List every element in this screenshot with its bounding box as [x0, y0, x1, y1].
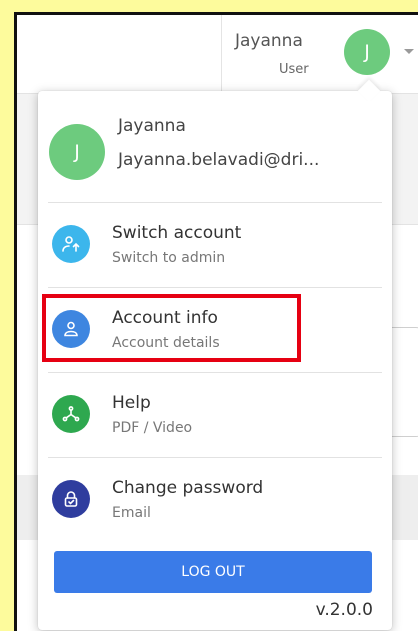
menu-item-title: Switch account [112, 223, 242, 243]
avatar: J [49, 124, 105, 180]
menu-item-title: Help [112, 393, 151, 413]
menu-item-change-password[interactable]: Change password Email [38, 458, 392, 542]
menu-item-subtitle: Email [112, 505, 151, 521]
profile-name: Jayanna [118, 116, 186, 136]
chevron-down-icon[interactable] [404, 49, 414, 54]
profile-section: J Jayanna Jayanna.belavadi@dri... [38, 91, 392, 201]
app-window: Jayanna User J J Jayanna Jayanna.belavad… [14, 12, 418, 631]
menu-item-subtitle: PDF / Video [112, 420, 193, 436]
header-user-role: User [279, 62, 309, 77]
user-avatar-button[interactable]: J [344, 29, 390, 75]
header-divider [221, 15, 222, 93]
menu-item-title: Change password [112, 478, 264, 498]
menu-item-help[interactable]: Help PDF / Video [38, 373, 392, 457]
lock-icon [52, 480, 90, 518]
profile-email: Jayanna.belavadi@dri... [118, 150, 320, 170]
highlight-box [42, 294, 301, 362]
header-user-name: Jayanna [235, 31, 303, 51]
version-label: v.2.0.0 [315, 600, 373, 620]
user-menu: J Jayanna Jayanna.belavadi@dri... Switch… [38, 79, 392, 630]
logout-button[interactable]: LOG OUT [54, 551, 372, 593]
menu-item-subtitle: Switch to admin [112, 250, 226, 266]
share-icon [52, 395, 90, 433]
switch-account-icon [52, 225, 90, 263]
menu-item-switch-account[interactable]: Switch account Switch to admin [38, 203, 392, 287]
